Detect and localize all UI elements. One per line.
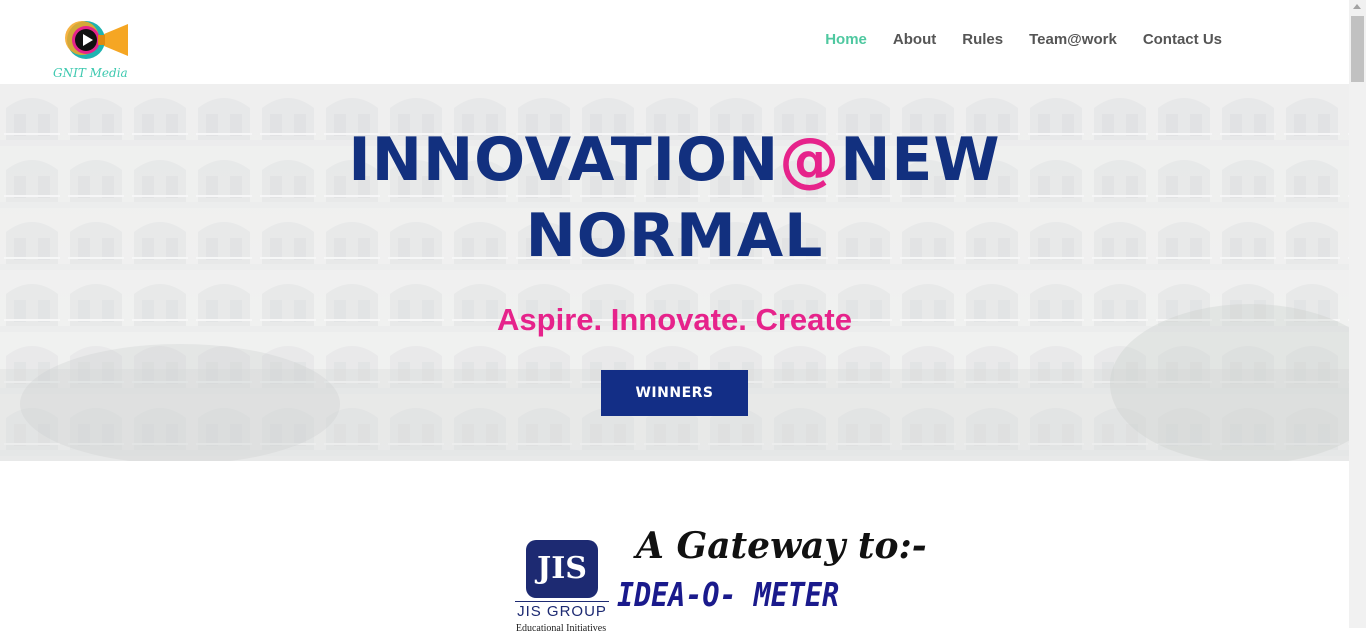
logo-caption: GNIT Media — [53, 66, 128, 80]
main-nav: Home About Rules Team@work Contact Us — [825, 31, 1222, 48]
site-header: GNIT Media Home About Rules Team@work Co… — [0, 0, 1349, 84]
nav-teamwork-link[interactable]: Team@work — [1029, 31, 1117, 48]
winners-button[interactable]: WINNERS — [601, 370, 748, 416]
nav-rules-link[interactable]: Rules — [962, 31, 1003, 48]
nav-home-link[interactable]: Home — [825, 31, 867, 48]
jis-logo-mark: JIS — [526, 540, 598, 598]
hero-title-at: @ — [779, 125, 841, 195]
hero-title-part2: NEW — [840, 125, 1001, 195]
hero-banner: INNOVATION@NEW NORMAL Aspire. Innovate. … — [0, 84, 1349, 461]
scroll-up-arrow-icon[interactable] — [1353, 4, 1361, 9]
hero-title: INNOVATION@NEW NORMAL — [0, 122, 1349, 274]
gnit-media-logo[interactable]: GNIT Media — [52, 16, 132, 84]
vertical-scrollbar[interactable] — [1349, 0, 1366, 628]
jis-subtitle: Educational Initiatives — [515, 623, 607, 634]
hero-title-line2: NORMAL — [525, 201, 824, 271]
sponsor-section: JIS JIS GROUP Educational Initiatives A … — [0, 461, 1349, 634]
hero-tagline: Aspire. Innovate. Create — [497, 302, 852, 337]
nav-contact-link[interactable]: Contact Us — [1143, 31, 1222, 48]
gateway-heading: A Gateway to:- — [636, 525, 927, 567]
jis-group-label: JIS GROUP — [515, 601, 609, 620]
nav-about-link[interactable]: About — [893, 31, 936, 48]
idea-o-meter-title: IDEA-O- METER — [617, 575, 840, 614]
jis-group-logo: JIS JIS GROUP Educational Initiatives — [511, 539, 611, 634]
hero-title-part1: INNOVATION — [348, 125, 780, 195]
scrollbar-thumb[interactable] — [1351, 16, 1364, 82]
megaphone-logo-icon — [65, 21, 128, 59]
